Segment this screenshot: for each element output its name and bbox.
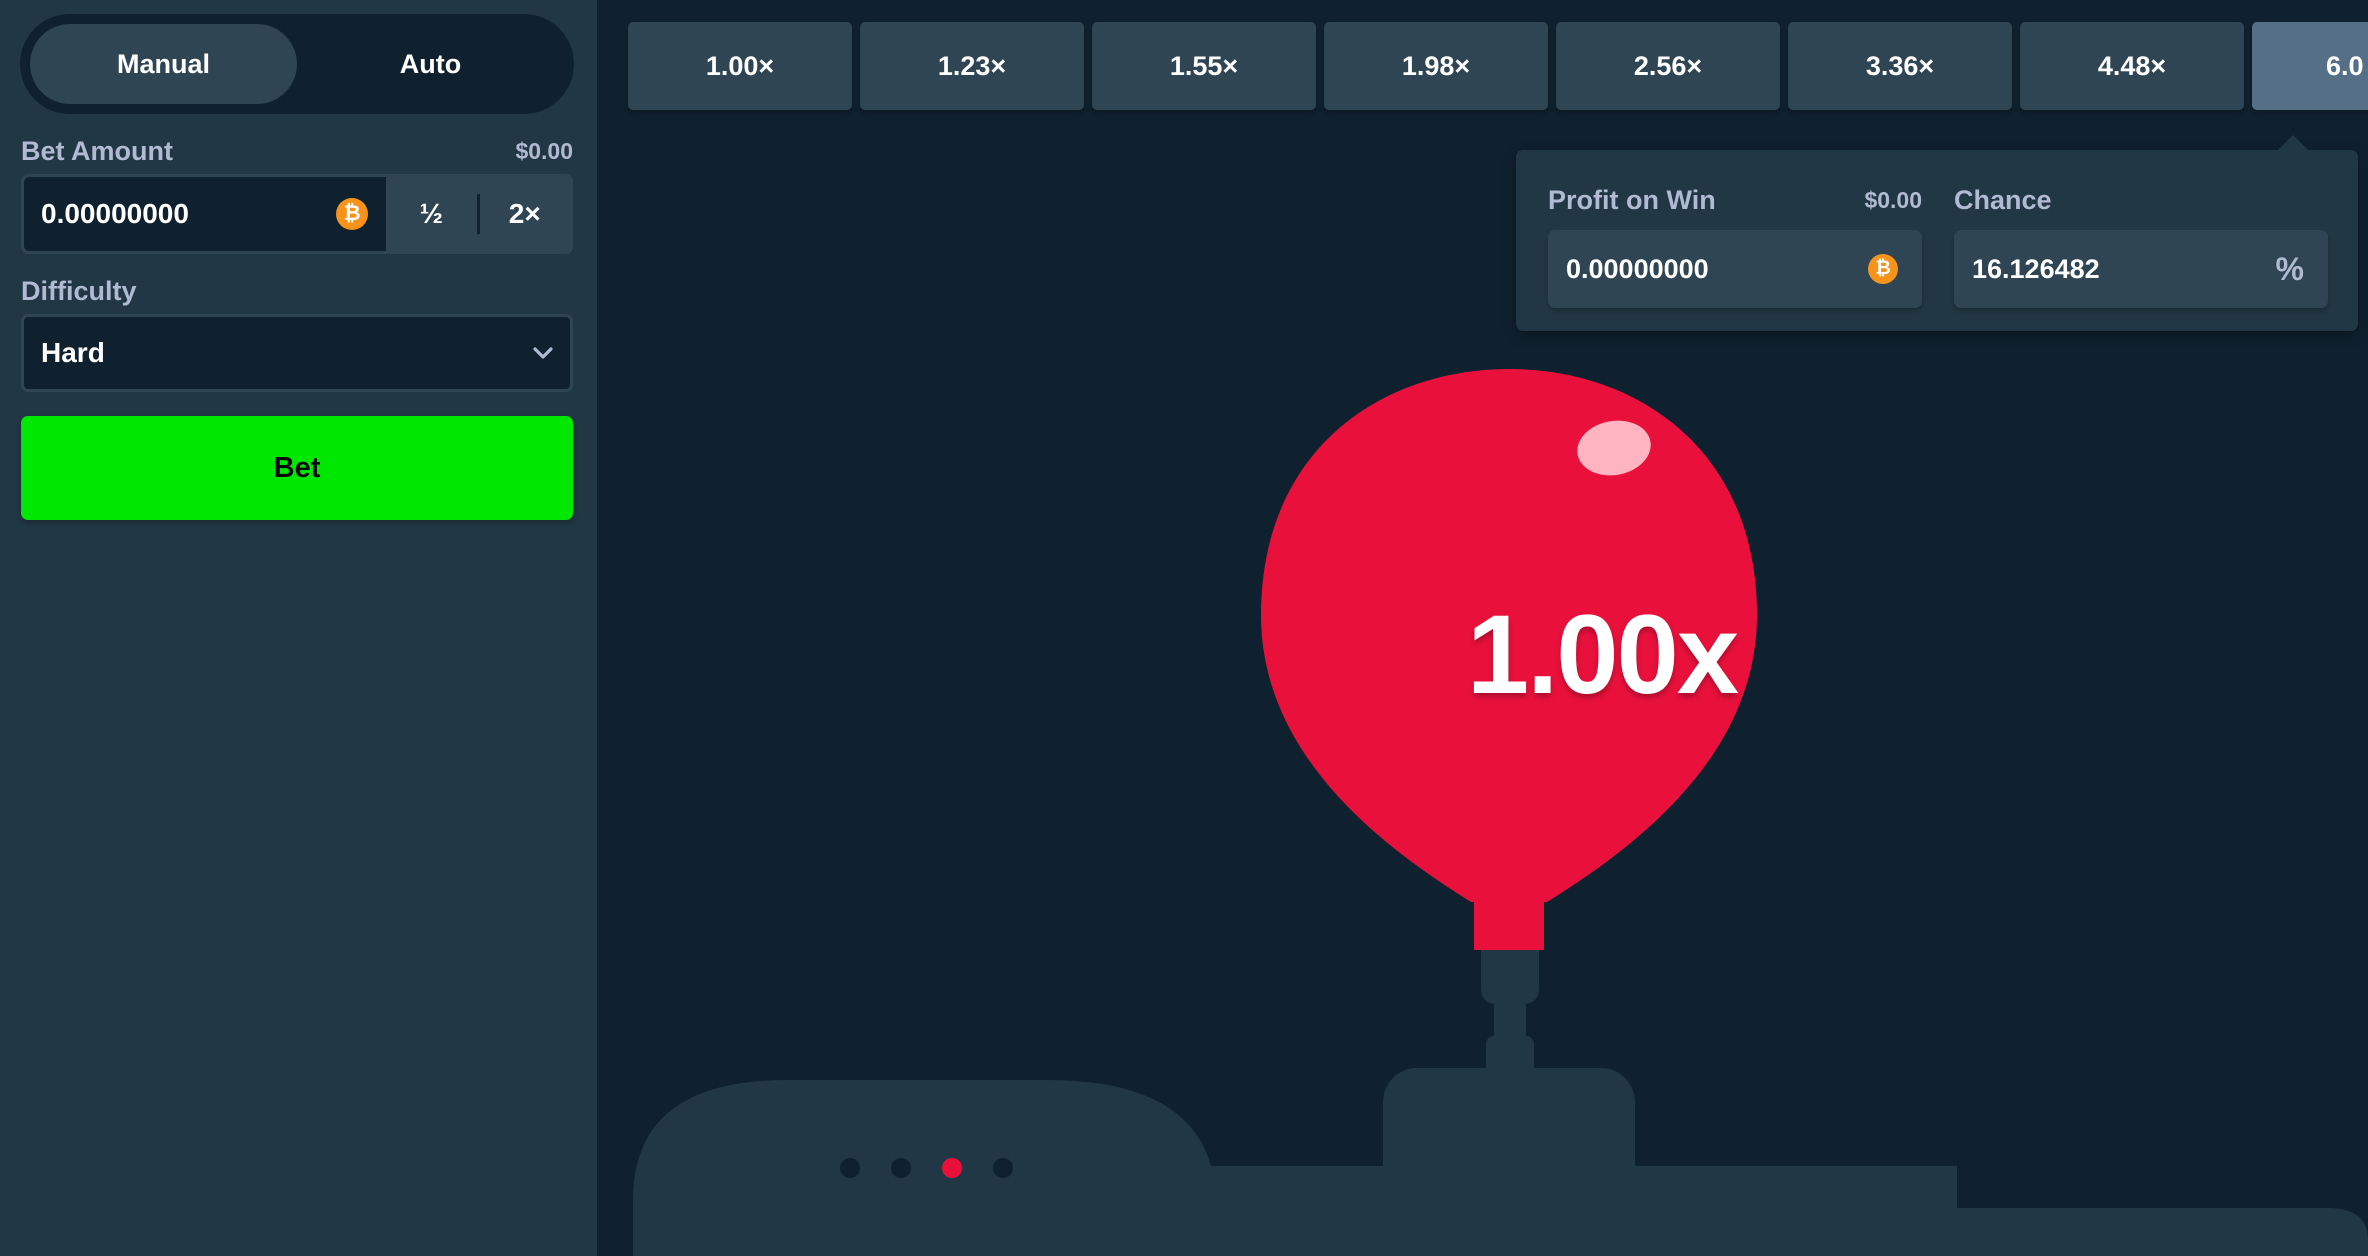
bet-amount-value: 0.00000000 <box>41 198 189 229</box>
bet-amount-input[interactable]: 0.00000000 ₿ <box>24 177 386 251</box>
pump-progress-dots <box>840 1158 1013 1178</box>
chevron-down-icon <box>533 347 553 359</box>
pump-valve-stem <box>1494 1000 1526 1044</box>
pump-floor <box>1627 1208 2368 1256</box>
game-area: 1.00× 1.23× 1.55× 1.98× 2.56× 3.36× 4.48… <box>597 0 2368 1256</box>
pump-nozzle <box>1481 948 1539 1004</box>
bet-amount-label: Bet Amount <box>21 136 173 166</box>
bet-sidebar: Manual Auto Bet Amount $0.00 0.00000000 … <box>0 0 597 1256</box>
tab-auto[interactable]: Auto <box>297 24 564 104</box>
progress-dot <box>840 1158 860 1178</box>
pump-box <box>1383 1068 1635 1256</box>
difficulty-label-row: Difficulty <box>21 276 573 307</box>
balloon-multiplier: 1.00x <box>1466 592 1739 717</box>
double-bet-button[interactable]: 2× <box>480 177 571 251</box>
balloon-knot <box>1474 898 1544 950</box>
mode-toggle: Manual Auto <box>20 14 574 114</box>
bitcoin-icon: ₿ <box>336 198 368 230</box>
bet-button[interactable]: Bet <box>21 416 573 520</box>
bet-amount-label-row: Bet Amount $0.00 <box>21 136 573 167</box>
difficulty-label: Difficulty <box>21 276 137 306</box>
app-root: Manual Auto Bet Amount $0.00 0.00000000 … <box>0 0 2368 1256</box>
difficulty-select[interactable]: Hard <box>21 314 573 392</box>
progress-dot-active <box>942 1158 962 1178</box>
bet-amount-usd: $0.00 <box>515 138 573 164</box>
bet-amount-group: 0.00000000 ₿ ½ 2× <box>21 174 573 254</box>
difficulty-value: Hard <box>41 337 105 368</box>
progress-dot <box>993 1158 1013 1178</box>
progress-dot <box>891 1158 911 1178</box>
tab-manual[interactable]: Manual <box>30 24 297 104</box>
half-bet-button[interactable]: ½ <box>386 177 477 251</box>
